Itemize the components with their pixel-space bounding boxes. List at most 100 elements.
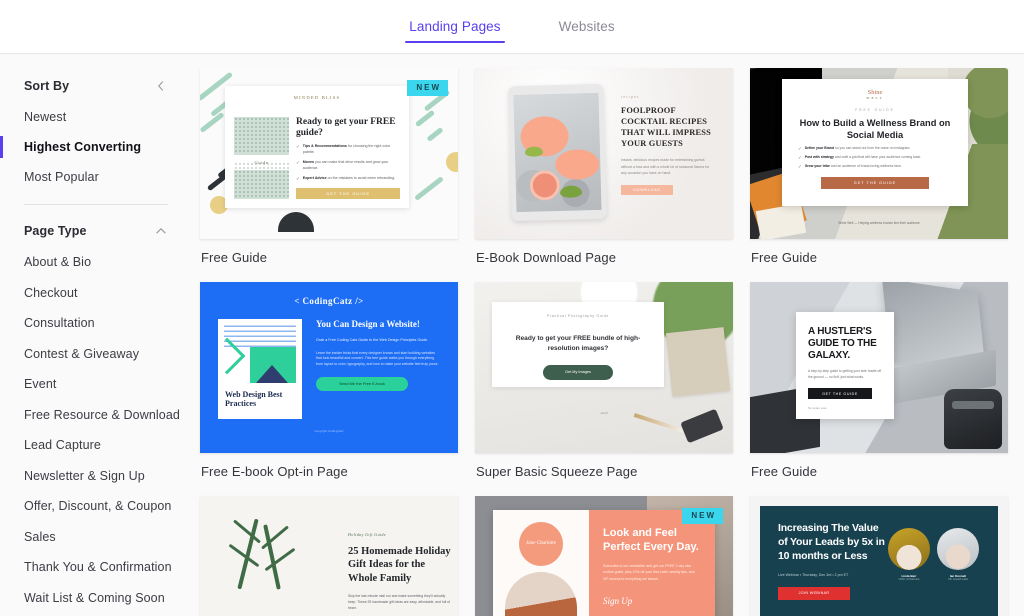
avatar: [937, 528, 979, 570]
status-badge: NEW: [682, 508, 723, 524]
page-body: Sort By Newest Highest Converting Most P…: [0, 54, 1024, 616]
template-card[interactable]: Shine WELL FREE GUIDE How to Build a Wel…: [750, 68, 1008, 265]
preview-host: Ian Donnell VP, Growth Labs: [937, 528, 979, 616]
preview-logo: Jane Charlotte: [519, 522, 563, 566]
template-card-label: Free E-book Opt-in Page: [201, 464, 348, 479]
template-thumbnail[interactable]: NEW Jane Charlotte Look and Feel Perfect…: [475, 496, 733, 616]
template-card[interactable]: A HUSTLER'S GUIDE TO THE GALAXY. A step-…: [750, 282, 1008, 479]
template-card[interactable]: NEW Jane Charlotte Look and Feel Perfect…: [475, 496, 733, 616]
template-thumbnail[interactable]: Increasing The Value of Your Leads by 5x…: [750, 496, 1008, 616]
sidebar-item-wait-list-coming-soon[interactable]: Wait List & Coming Soon: [0, 583, 186, 614]
preview-kicker: FREE GUIDE: [855, 108, 895, 112]
template-card[interactable]: NEW MINDED BLISS Ready to get your FREE …: [200, 68, 458, 265]
template-card-label: Free Guide: [201, 250, 268, 265]
template-thumbnail[interactable]: A HUSTLER'S GUIDE TO THE GALAXY. A step-…: [750, 282, 1008, 453]
preview-headline: A HUSTLER'S GUIDE TO THE GALAXY.: [808, 326, 877, 361]
preview-cta-button: GET THE GUIDE: [296, 188, 400, 200]
preview-webinar: Increasing The Value of Your Leads by 5x…: [750, 496, 1008, 616]
template-card[interactable]: Practical Photography Guide Ready to get…: [475, 282, 733, 479]
preview-headline: 25 Homemade Holiday Gift Ideas for the W…: [348, 546, 451, 584]
template-card[interactable]: Increasing The Value of Your Leads by 5x…: [750, 496, 1008, 616]
sidebar-item-contest-giveaway[interactable]: Contest & Giveaway: [0, 339, 186, 370]
preview-holiday-gifts: Holiday Gift Guide 25 Homemade Holiday G…: [200, 496, 458, 616]
sort-by-header[interactable]: Sort By: [0, 72, 186, 100]
preview-host-role: CMO, Al Partners: [898, 578, 920, 582]
sidebar-item-consultation[interactable]: Consultation: [0, 308, 186, 339]
template-thumbnail[interactable]: recipes FOOLPROOF COCKTAIL RECIPES THAT …: [475, 68, 733, 239]
sidebar-item-thank-you-confirmation[interactable]: Thank You & Confirmation: [0, 552, 186, 583]
template-thumbnail[interactable]: < CodingCatz /> Web Design Best Practice…: [200, 282, 458, 453]
preview-host-role: VP, Growth Labs: [948, 578, 968, 582]
sidebar-item-sales[interactable]: Sales: [0, 522, 186, 553]
sidebar-divider: [24, 204, 168, 205]
check-icon: ✓: [296, 160, 300, 166]
template-card-label: Super Basic Squeeze Page: [476, 464, 638, 479]
template-thumbnail[interactable]: NEW MINDED BLISS Ready to get your FREE …: [200, 68, 458, 239]
check-icon: ✓: [798, 164, 802, 170]
template-grid-area: NEW MINDED BLISS Ready to get your FREE …: [186, 54, 1024, 616]
preview-subline: Live Webinar • Thursday, Dec 3rd • 2 pm …: [778, 572, 849, 577]
preview-logo: Shine: [867, 89, 883, 96]
preview-bullet: Post with strategy and craft a grid that…: [804, 154, 922, 159]
top-tab-bar: Landing Pages Websites: [0, 0, 1024, 54]
preview-footer: Copyright CodingCatz: [314, 429, 344, 433]
sidebar-item-newsletter-sign-up[interactable]: Newsletter & Sign Up: [0, 461, 186, 492]
check-icon: ✓: [296, 144, 300, 150]
check-icon: ✓: [798, 154, 802, 160]
sidebar-item-checkout[interactable]: Checkout: [0, 278, 186, 309]
sidebar-item-free-resource-download[interactable]: Free Resource & Download: [0, 400, 186, 431]
preview-bullet: Grow your tribe and an audience of brand…: [804, 164, 902, 169]
template-card[interactable]: recipes FOOLPROOF COCKTAIL RECIPES THAT …: [475, 68, 733, 265]
preview-tablet-mockup: [508, 83, 607, 222]
preview-body: Learn the insider tricks that every desi…: [316, 350, 439, 367]
preview-logo-sub: WELL: [866, 96, 884, 100]
template-thumbnail[interactable]: Holiday Gift Guide 25 Homemade Holiday G…: [200, 496, 458, 616]
template-card[interactable]: < CodingCatz /> Web Design Best Practice…: [200, 282, 458, 479]
tab-landing-pages[interactable]: Landing Pages: [405, 0, 506, 53]
preview-lead: Grab a Free Coding Cats Guide to the Web…: [316, 338, 429, 343]
chevron-up-icon[interactable]: [154, 224, 168, 238]
preview-book-cover: Guide: [234, 117, 289, 199]
template-card-label: Free Guide: [751, 250, 818, 265]
preview-hustlers-guide: A HUSTLER'S GUIDE TO THE GALAXY. A step-…: [750, 282, 1008, 453]
preview-book-cover: Web Design Best Practices: [218, 319, 302, 419]
preview-codingcatz: < CodingCatz /> Web Design Best Practice…: [200, 282, 458, 453]
preview-bullet: Define your Brand so you can stand out f…: [804, 145, 911, 150]
page-type-header[interactable]: Page Type: [0, 217, 186, 245]
preview-cta-button: GET THE GUIDE: [808, 388, 872, 400]
preview-footer: scroll: [600, 411, 608, 415]
preview-headline: FOOLPROOF COCKTAIL RECIPES THAT WILL IMP…: [621, 106, 711, 149]
preview-cta-button: GET THE GUIDE: [821, 177, 929, 190]
preview-kicker: Practical Photography Guide: [547, 314, 609, 318]
sort-by-group: Sort By Newest Highest Converting Most P…: [0, 72, 186, 192]
preview-headline: Increasing The Value of Your Leads by 5x…: [778, 522, 885, 562]
template-thumbnail[interactable]: Practical Photography Guide Ready to get…: [475, 282, 733, 453]
preview-cta-button: JOIN WEBINAR: [778, 586, 850, 600]
preview-headline: Look and Feel Perfect Every Day.: [603, 527, 699, 554]
status-badge: NEW: [407, 80, 448, 96]
preview-wellness-guide: Shine WELL FREE GUIDE How to Build a Wel…: [750, 68, 1008, 239]
preview-bullet: Moves you can make that drive results an…: [302, 160, 389, 170]
filter-sidebar: Sort By Newest Highest Converting Most P…: [0, 54, 186, 616]
preview-brand: < CodingCatz />: [294, 296, 364, 306]
preview-headline: Ready to get your FREE guide?: [296, 117, 396, 139]
tab-websites[interactable]: Websites: [555, 0, 619, 53]
template-card-label: E-Book Download Page: [476, 250, 617, 265]
chevron-left-icon[interactable]: [154, 79, 168, 93]
preview-logo: MINDED BLISS: [293, 95, 341, 100]
sidebar-item-newest[interactable]: Newest: [0, 102, 186, 132]
template-thumbnail[interactable]: Shine WELL FREE GUIDE How to Build a Wel…: [750, 68, 1008, 239]
sidebar-item-about-bio[interactable]: About & Bio: [0, 247, 186, 278]
template-card[interactable]: Holiday Gift Guide 25 Homemade Holiday G…: [200, 496, 458, 616]
sidebar-item-most-popular[interactable]: Most Popular: [0, 162, 186, 192]
sidebar-item-lead-capture[interactable]: Lead Capture: [0, 430, 186, 461]
preview-footer: No spam ever.: [808, 406, 828, 411]
sidebar-item-offer-discount-coupon[interactable]: Offer, Discount, & Coupon: [0, 491, 186, 522]
sidebar-item-event[interactable]: Event: [0, 369, 186, 400]
template-card-label: Free Guide: [751, 464, 818, 479]
preview-headline: How to Build a Wellness Brand on Social …: [799, 118, 951, 141]
preview-squeeze-page: Practical Photography Guide Ready to get…: [475, 282, 733, 453]
template-grid: NEW MINDED BLISS Ready to get your FREE …: [200, 68, 1008, 616]
sidebar-item-highest-converting[interactable]: Highest Converting: [0, 132, 186, 162]
preview-kicker: Holiday Gift Guide: [348, 532, 387, 537]
